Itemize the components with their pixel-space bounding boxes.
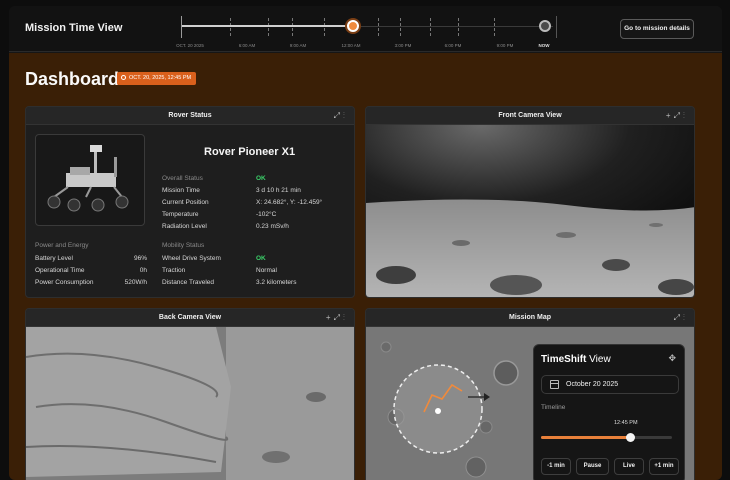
pause-button[interactable]: Pause — [576, 458, 609, 475]
status-row: Temperature -102°C — [162, 211, 277, 218]
dashboard: Dashboard OCT. 20, 2025, 12:45 PM Rover … — [9, 53, 722, 480]
more-icon[interactable]: ⋮ — [683, 313, 688, 322]
mobility-row: Distance Traveled 3.2 kilometers — [162, 279, 297, 286]
timeline-tick — [324, 18, 325, 36]
mobility-row: Wheel Drive System OK — [162, 255, 266, 262]
panel-title: Back Camera View — [158, 314, 222, 321]
panel-header: Back Camera View +⤢⋮ — [26, 309, 354, 327]
panel-header: Rover Status ⤢⋮ — [26, 107, 354, 125]
power-list: Battery Level 96% Operational Time 0h Po… — [35, 253, 147, 289]
back-camera-panel: Back Camera View +⤢⋮ — [25, 308, 355, 480]
panel-header: Mission Map ⤢⋮ — [366, 309, 694, 327]
power-section-title: Power and Energy — [35, 242, 89, 249]
page-title: Dashboard — [25, 69, 120, 89]
app-title: Mission Time View — [25, 22, 123, 34]
status-row: Radiation Level 0.23 mSv/h — [162, 223, 289, 230]
panel-title: Rover Status — [168, 112, 212, 119]
front-camera-panel: Front Camera View +⤢⋮ — [365, 106, 695, 298]
expand-icon[interactable]: ⤢ — [334, 313, 343, 322]
timeshift-popup: TimeShift View ✥ October 20 2025 Timelin… — [533, 344, 685, 480]
timeshift-title: TimeShift View — [541, 354, 611, 365]
timeline-tick — [230, 18, 231, 36]
front-camera-feed — [366, 125, 694, 297]
date-picker-value: October 20 2025 — [566, 381, 619, 388]
date-badge: OCT. 20, 2025, 12:45 PM — [117, 72, 197, 85]
timeshift-time: 12:45 PM — [614, 420, 638, 426]
panel-header: Front Camera View +⤢⋮ — [366, 107, 694, 125]
minus-1-min-button[interactable]: -1 min — [541, 458, 571, 475]
power-row: Battery Level 96% — [35, 255, 147, 262]
power-row: Power Consumption 520W/h — [35, 279, 147, 286]
status-ok-value: OK — [256, 175, 266, 182]
timeline-tick — [400, 18, 401, 36]
status-row: Overall Status OK — [162, 173, 352, 185]
more-icon[interactable]: ⋮ — [343, 111, 348, 120]
timeline-tick — [494, 18, 495, 36]
timeline-label: Timeline — [541, 404, 566, 411]
back-camera-feed — [26, 327, 354, 480]
timeline-progress — [182, 25, 353, 27]
timeline-remaining — [353, 26, 553, 27]
move-icon[interactable]: ✥ — [668, 353, 676, 364]
timeline-now-marker[interactable] — [539, 20, 551, 32]
panel-title: Front Camera View — [498, 112, 562, 119]
timeshift-slider[interactable] — [541, 433, 672, 442]
timeline-label: 3:00 PM — [394, 43, 412, 48]
timeline-track[interactable] — [181, 16, 557, 38]
clock-icon — [121, 75, 126, 80]
add-icon[interactable]: + — [326, 313, 334, 322]
more-icon[interactable]: ⋮ — [343, 313, 348, 322]
rover-name: Rover Pioneer X1 — [204, 146, 296, 158]
add-icon[interactable]: + — [666, 111, 674, 120]
timeline-tick — [378, 18, 379, 36]
rover-status-list: Overall Status OK Mission Time 3 d 10 h … — [162, 173, 352, 233]
rover-status-panel: Rover Status ⤢⋮ Rover Pioneer X1 Overall… — [25, 106, 355, 298]
panel-title: Mission Map — [508, 314, 551, 321]
calendar-icon — [550, 380, 559, 389]
timeline-tick — [292, 18, 293, 36]
mission-details-button[interactable]: Go to mission details — [620, 19, 694, 39]
power-row: Operational Time 0h — [35, 267, 147, 274]
top-bar: Mission Time View OCT. 20 2025 6:00 AM 9… — [9, 6, 722, 52]
expand-icon[interactable]: ⤢ — [674, 313, 683, 322]
date-badge-text: OCT. 20, 2025, 12:45 PM — [129, 75, 192, 81]
mission-map-panel: Mission Map ⤢⋮ TimeShift View ✥ October … — [365, 308, 695, 480]
timeline-label: 9:00 PM — [496, 43, 514, 48]
app-window: Mission Time View OCT. 20 2025 6:00 AM 9… — [9, 6, 722, 480]
timeline-label: 6:00 PM — [444, 43, 462, 48]
timeline-tick — [430, 18, 431, 36]
mobility-row: Traction Normal — [162, 267, 277, 274]
mobility-section-title: Mobility Status — [162, 242, 205, 249]
timeline-tick — [458, 18, 459, 36]
timeline-label: 6:00 AM — [238, 43, 256, 48]
plus-1-min-button[interactable]: +1 min — [649, 458, 679, 475]
expand-icon[interactable]: ⤢ — [334, 111, 343, 120]
timeline-label: OCT. 20 2025 — [176, 43, 204, 48]
more-icon[interactable]: ⋮ — [683, 111, 688, 120]
status-row: Mission Time 3 d 10 h 21 min — [162, 187, 301, 194]
slider-fill — [541, 436, 630, 439]
expand-icon[interactable]: ⤢ — [674, 111, 683, 120]
status-row: Current Position X: 24.682°, Y: -12.459° — [162, 199, 323, 206]
timeline-label: 12:00 AM — [341, 43, 361, 48]
timeline-label-now: NOW — [538, 43, 550, 48]
slider-knob[interactable] — [626, 433, 635, 442]
timeline-label: 9:00 AM — [289, 43, 307, 48]
live-button[interactable]: Live — [614, 458, 644, 475]
timeline-handle[interactable] — [347, 20, 359, 32]
date-picker[interactable]: October 20 2025 — [541, 375, 679, 394]
mission-timeline[interactable]: OCT. 20 2025 6:00 AM 9:00 AM 12:00 AM 3:… — [176, 16, 557, 48]
mobility-list: Wheel Drive System OK Traction Normal Di… — [162, 253, 352, 289]
timeline-tick — [268, 18, 269, 36]
rover-image — [35, 134, 145, 226]
